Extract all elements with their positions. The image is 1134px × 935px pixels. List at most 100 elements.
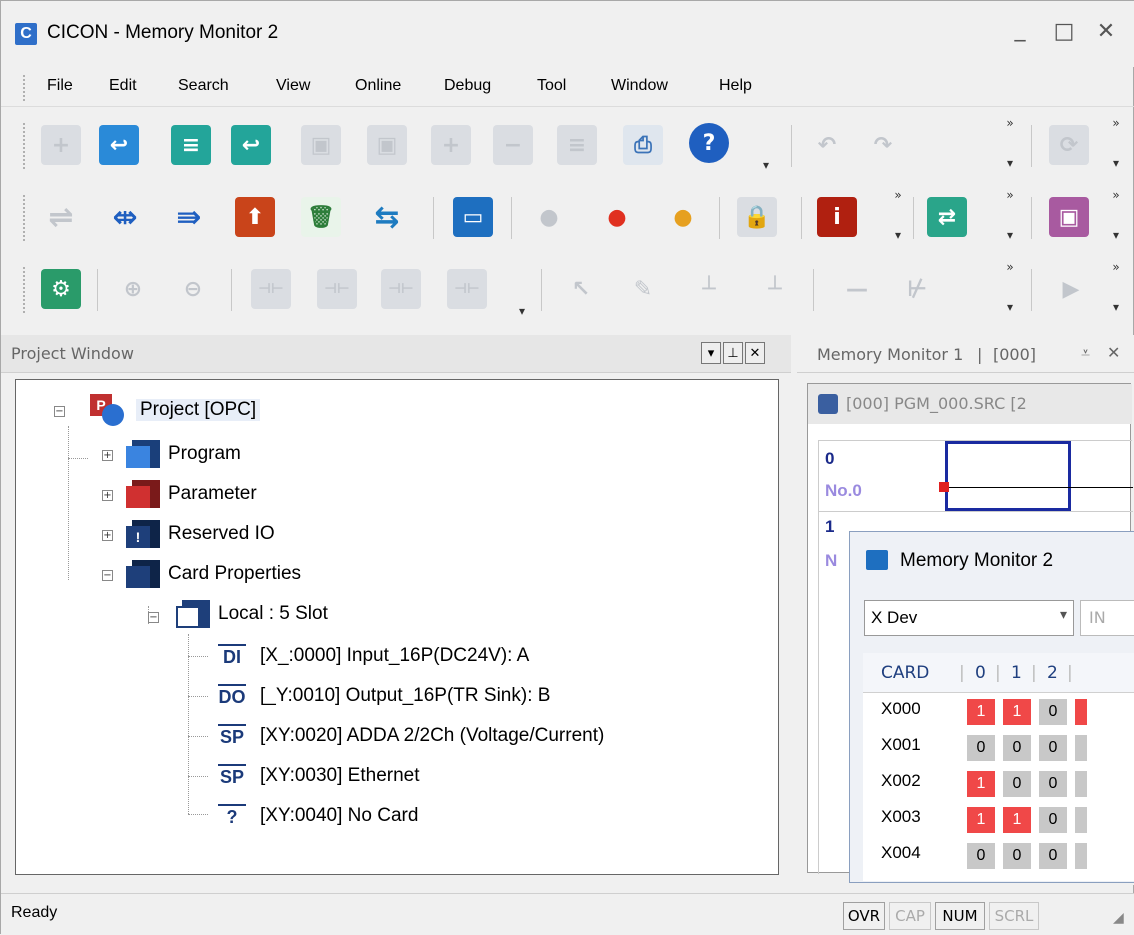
menu-help[interactable]: Help — [719, 77, 752, 95]
memory-bit-cell-partial[interactable] — [1075, 699, 1087, 725]
memory-bit-cell-partial[interactable] — [1075, 735, 1087, 761]
expand-parameter-icon[interactable]: + — [102, 490, 113, 501]
remove-file-icon[interactable]: − — [493, 125, 533, 165]
close-icon[interactable]: ✕ — [745, 342, 765, 364]
memory-bit-cell[interactable]: 0 — [1003, 771, 1031, 797]
memory-monitor-1-tab[interactable]: Memory Monitor 1 | [000] ⩡ ✕ — [797, 335, 1134, 373]
menu-window[interactable]: Window — [611, 77, 668, 95]
toolbar-dropdown-icon[interactable]: ▾ — [891, 229, 905, 241]
chevron-down-icon[interactable]: ▾ — [1060, 607, 1067, 623]
play-icon[interactable]: ▶ — [1051, 269, 1091, 309]
card-slot-3[interactable]: SP [XY:0030] Ethernet — [212, 760, 420, 792]
memory-bit-cell[interactable]: 1 — [967, 699, 995, 725]
card-slot-2[interactable]: SP [XY:0020] ADDA 2/2Ch (Voltage/Current… — [212, 720, 604, 752]
pause-icon[interactable]: ● — [663, 197, 703, 237]
add-file-icon[interactable]: + — [431, 125, 471, 165]
transfer-icon[interactable]: ⇄ — [927, 197, 967, 237]
menu-file[interactable]: File — [47, 77, 73, 95]
pin-icon[interactable]: ⊥ — [723, 342, 743, 364]
ladder-settings-icon[interactable]: ⚙ — [41, 269, 81, 309]
open-project-icon[interactable]: ↩ — [99, 125, 139, 165]
toolbar-overflow-icon[interactable]: » — [1109, 261, 1123, 273]
refresh-device-icon[interactable]: ⟳ — [1049, 125, 1089, 165]
menu-search[interactable]: Search — [178, 77, 229, 95]
toolbar-overflow-icon[interactable]: » — [1003, 189, 1017, 201]
run-icon[interactable]: ⇛ — [169, 197, 209, 237]
tree-item-program[interactable]: Program — [126, 438, 241, 470]
ladder-cursor[interactable] — [945, 441, 1071, 511]
toolbar-dropdown-icon[interactable]: ▾ — [1003, 301, 1017, 313]
var-contact-icon[interactable]: ⊣⊢ — [317, 269, 357, 309]
redo-icon[interactable]: ↷ — [863, 125, 903, 165]
memory-bit-cell[interactable]: 0 — [1039, 699, 1067, 725]
monitor-icon[interactable]: ▭ — [453, 197, 493, 237]
card-slot-0[interactable]: DI [X_:0000] Input_16P(DC24V): A — [212, 640, 529, 672]
upload-icon[interactable]: ⬆ — [235, 197, 275, 237]
toolbar-dropdown-icon[interactable]: ▾ — [1003, 229, 1017, 241]
document-icon[interactable]: ≡ — [171, 125, 211, 165]
dropdown-icon[interactable]: ▾ — [701, 342, 721, 364]
memory-bit-cell-partial[interactable] — [1075, 843, 1087, 869]
clear-icon[interactable]: 🗑 — [301, 197, 341, 237]
contact-icon[interactable]: ⊣⊢ — [251, 269, 291, 309]
memory-bit-cell[interactable]: 0 — [1039, 843, 1067, 869]
menu-view[interactable]: View — [276, 77, 310, 95]
print-icon[interactable]: ⎙ — [623, 125, 663, 165]
menu-edit[interactable]: Edit — [109, 77, 137, 95]
select-icon[interactable]: ↖ — [561, 269, 601, 309]
collapse-local-icon[interactable]: − — [148, 612, 159, 623]
tree-item-reserved-io[interactable]: ! Reserved IO — [126, 518, 275, 550]
sp2-icon[interactable]: ┴ — [689, 269, 729, 309]
memory-bit-cell[interactable]: 1 — [967, 807, 995, 833]
memory-bit-cell[interactable]: 0 — [1039, 771, 1067, 797]
memory-bit-cell[interactable]: 0 — [967, 843, 995, 869]
tab-close-icon[interactable]: ✕ — [1107, 343, 1120, 362]
toolbar-dropdown-icon[interactable]: ▾ — [1109, 301, 1123, 313]
toolbar-overflow-icon[interactable]: » — [1109, 117, 1123, 129]
info-icon[interactable]: i — [817, 197, 857, 237]
stop-icon[interactable]: ● — [597, 197, 637, 237]
toolbar-overflow-icon[interactable]: » — [1003, 261, 1017, 273]
menu-online[interactable]: Online — [355, 77, 401, 95]
tree-item-local[interactable]: Local : 5 Slot — [176, 598, 328, 630]
cp2-icon[interactable]: ┴ — [755, 269, 795, 309]
maximize-button[interactable]: □ — [1047, 15, 1081, 49]
list-file-icon[interactable]: ≡ — [557, 125, 597, 165]
input-button[interactable]: IN — [1080, 600, 1134, 636]
lock-icon[interactable]: 🔒 — [737, 197, 777, 237]
collapse-root-icon[interactable]: − — [54, 406, 65, 417]
toolbar-overflow-icon[interactable]: » — [1109, 189, 1123, 201]
expand-reserved-io-icon[interactable]: + — [102, 530, 113, 541]
memory-bit-cell[interactable]: 1 — [1003, 699, 1031, 725]
vc-contact-icon[interactable]: ⊣⊢ — [447, 269, 487, 309]
menu-debug[interactable]: Debug — [444, 77, 491, 95]
toolbar-overflow-icon[interactable]: » — [1003, 117, 1017, 129]
zoom-out-icon[interactable]: ⊖ — [173, 269, 213, 309]
disconnect-icon[interactable]: ⇎ — [105, 197, 145, 237]
compare-icon[interactable]: ⇆ — [367, 197, 407, 237]
memory-bit-cell-partial[interactable] — [1075, 771, 1087, 797]
memory-bit-cell[interactable]: 0 — [1003, 735, 1031, 761]
toolbar-dropdown-icon[interactable]: ▾ — [1109, 229, 1123, 241]
minimize-button[interactable]: _ — [1003, 13, 1037, 47]
card-slot-1[interactable]: DO [_Y:0010] Output_16P(TR Sink): B — [212, 680, 550, 712]
toolbar-dropdown-icon[interactable]: ▾ — [1109, 157, 1123, 169]
tree-root[interactable]: P Project [OPC] — [90, 394, 261, 426]
hline-icon[interactable]: — — [837, 269, 877, 309]
comment-contact-icon[interactable]: ⊣⊢ — [381, 269, 421, 309]
save-all-icon[interactable]: ▣ — [367, 125, 407, 165]
memory-bit-cell[interactable]: 1 — [1003, 807, 1031, 833]
save-icon[interactable]: ▣ — [301, 125, 341, 165]
toolbar-overflow-icon[interactable]: » — [891, 189, 905, 201]
tab-dropdown-icon[interactable]: ⩡ — [1081, 343, 1090, 363]
toolbar-dropdown-icon[interactable]: ▾ — [1003, 157, 1017, 169]
zoom-in-icon[interactable]: ⊕ — [113, 269, 153, 309]
card-slot-4[interactable]: ? [XY:0040] No Card — [212, 800, 418, 832]
memory-bit-cell[interactable]: 1 — [967, 771, 995, 797]
memory-bit-cell[interactable]: 0 — [1003, 843, 1031, 869]
help-icon[interactable]: ? — [689, 123, 729, 163]
memory-bit-cell[interactable]: 0 — [1039, 735, 1067, 761]
undo-icon[interactable]: ↶ — [807, 125, 847, 165]
toolbar-dropdown-icon[interactable]: ▾ — [515, 305, 529, 317]
menu-tool[interactable]: Tool — [537, 77, 566, 95]
